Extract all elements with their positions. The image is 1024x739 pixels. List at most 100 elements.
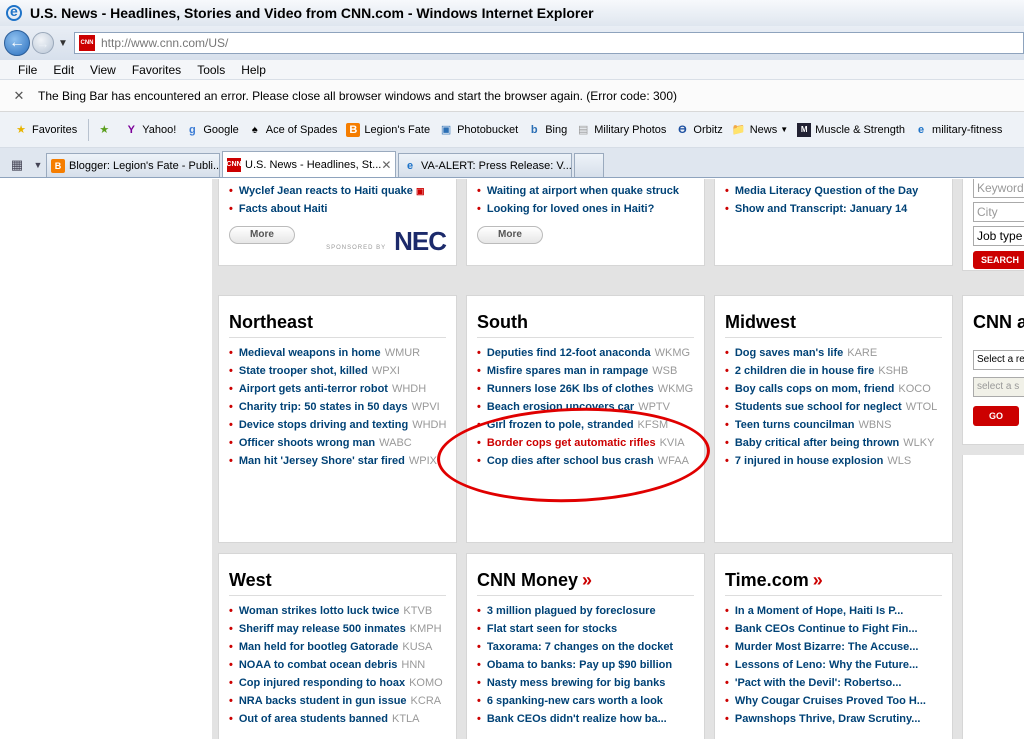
back-arrow-icon: ← <box>9 34 25 51</box>
story-link[interactable]: Cop dies after school bus crashWFAA <box>477 452 704 470</box>
back-button[interactable]: ← <box>4 30 30 56</box>
story-link[interactable]: Sheriff may release 500 inmatesKMPH <box>229 620 456 638</box>
story-link[interactable]: Man hit 'Jersey Shore' star firedWPIX <box>229 452 456 470</box>
section-title[interactable]: Time.com» <box>725 570 942 596</box>
story-link[interactable]: Media Literacy Question of the Day <box>725 182 952 200</box>
navigation-bar: ← → ▼ CNN http://www.cnn.com/US/ <box>0 26 1024 60</box>
tab-va-alert[interactable]: e VA-ALERT: Press Release: V... <box>398 153 572 177</box>
tab-list-button[interactable]: ▼ <box>30 153 46 177</box>
quick-tabs-button[interactable]: ▦ <box>4 153 30 177</box>
history-dropdown-button[interactable]: ▼ <box>56 38 70 49</box>
story-link[interactable]: Show and Transcript: January 14 <box>725 200 952 218</box>
tab-blogger[interactable]: B Blogger: Legion's Fate - Publi... <box>46 153 220 177</box>
fav-link-military-photos[interactable]: ▤ Military Photos <box>576 123 666 137</box>
story-link[interactable]: Taxorama: 7 changes on the docket <box>477 638 704 656</box>
address-bar[interactable]: CNN http://www.cnn.com/US/ <box>74 32 1024 54</box>
more-button[interactable]: More <box>477 226 543 244</box>
story-link[interactable]: Students sue school for neglectWTOL <box>725 398 952 416</box>
more-button[interactable]: More <box>229 226 295 244</box>
story-link[interactable]: Device stops driving and textingWHDH <box>229 416 456 434</box>
fav-link-legions-fate[interactable]: B Legion's Fate <box>346 122 430 137</box>
region-title[interactable]: West <box>229 570 446 596</box>
story-link[interactable]: Bank CEOs didn't realize how ba... <box>477 710 704 728</box>
section-title[interactable]: CNN Money» <box>477 570 694 596</box>
story-link[interactable]: Man held for bootleg GatoradeKUSA <box>229 638 456 656</box>
menu-file[interactable]: File <box>18 63 37 77</box>
fav-link-ace-of-spades[interactable]: ♠ Ace of Spades <box>248 123 337 137</box>
story-link[interactable]: NOAA to combat ocean debrisHNN <box>229 656 456 674</box>
menu-tools[interactable]: Tools <box>197 63 225 77</box>
fav-link-orbitz[interactable]: ϴ Orbitz <box>675 123 723 137</box>
menu-edit[interactable]: Edit <box>53 63 74 77</box>
story-link[interactable]: Charity trip: 50 states in 50 daysWPVI <box>229 398 456 416</box>
add-to-favorites-icon: ★ <box>99 124 110 136</box>
story-link[interactable]: Waiting at airport when quake struck <box>477 182 704 200</box>
story-link[interactable]: Deputies find 12-foot anacondaWKMG <box>477 344 704 362</box>
go-button[interactable]: GO <box>973 406 1019 426</box>
story-link[interactable]: Woman strikes lotto luck twiceKTVB <box>229 602 456 620</box>
region-title[interactable]: South <box>477 312 694 338</box>
job-type-select[interactable]: Job type <box>973 226 1024 246</box>
story-link[interactable]: In a Moment of Hope, Haiti Is P... <box>725 602 952 620</box>
story-link[interactable]: Baby critical after being thrownWLKY <box>725 434 952 452</box>
fav-folder-news[interactable]: 📁 News ▼ <box>732 123 788 137</box>
story-link[interactable]: 'Pact with the Devil': Robertso... <box>725 674 952 692</box>
story-link[interactable]: 6 spanking-new cars worth a look <box>477 692 704 710</box>
close-info-bar-icon[interactable]: ✕ <box>0 88 38 104</box>
forward-button[interactable]: → <box>32 32 54 54</box>
story-link[interactable]: Obama to banks: Pay up $90 billion <box>477 656 704 674</box>
story-link[interactable]: Bank CEOs Continue to Fight Fin... <box>725 620 952 638</box>
story-link[interactable]: Runners lose 26K lbs of clothesWKMG <box>477 380 704 398</box>
fav-link-military-fitness[interactable]: e military-fitness <box>914 123 1002 137</box>
story-link[interactable]: Out of area students bannedKTLA <box>229 710 456 728</box>
story-link[interactable]: Facts about Haiti <box>229 200 456 218</box>
story-link[interactable]: Why Cougar Cruises Proved Too H... <box>725 692 952 710</box>
nec-logo[interactable]: NEC <box>394 226 447 257</box>
story-link[interactable]: NRA backs student in gun issueKCRA <box>229 692 456 710</box>
story-link[interactable]: 7 injured in house explosionWLS <box>725 452 952 470</box>
job-search-button[interactable]: SEARCH <box>973 251 1024 269</box>
story-link[interactable]: Cop injured responding to hoaxKOMO <box>229 674 456 692</box>
favorites-button[interactable]: ★ Favorites <box>14 123 77 137</box>
story-link[interactable]: Beach erosion uncovers carWPTV <box>477 398 704 416</box>
menu-favorites[interactable]: Favorites <box>132 63 181 77</box>
job-keyword-input[interactable]: Keyword <box>973 179 1024 198</box>
story-link[interactable]: Teen turns councilmanWBNS <box>725 416 952 434</box>
add-favorite-button[interactable]: ★ <box>97 123 115 137</box>
story-link[interactable]: Lessons of Leno: Why the Future... <box>725 656 952 674</box>
menu-help[interactable]: Help <box>241 63 266 77</box>
story-link[interactable]: Officer shoots wrong manWABC <box>229 434 456 452</box>
story-link[interactable]: Flat start seen for stocks <box>477 620 704 638</box>
story-link[interactable]: Airport gets anti-terror robotWHDH <box>229 380 456 398</box>
close-tab-icon[interactable]: ✕ <box>381 158 391 172</box>
story-link[interactable]: Nasty mess brewing for big banks <box>477 674 704 692</box>
story-link[interactable]: State trooper shot, killedWPXI <box>229 362 456 380</box>
story-link[interactable]: Murder Most Bizarre: The Accuse... <box>725 638 952 656</box>
story-list: 3 million plagued by foreclosure Flat st… <box>477 602 704 728</box>
region-title[interactable]: Northeast <box>229 312 446 338</box>
chevron-down-icon: ▼ <box>33 160 43 170</box>
story-link[interactable]: Girl frozen to pole, strandedKFSM <box>477 416 704 434</box>
story-link[interactable]: Looking for loved ones in Haiti? <box>477 200 704 218</box>
story-link[interactable]: Dog saves man's lifeKARE <box>725 344 952 362</box>
story-link[interactable]: 2 children die in house fireKSHB <box>725 362 952 380</box>
story-link[interactable]: Medieval weapons in homeWMUR <box>229 344 456 362</box>
story-link[interactable]: 3 million plagued by foreclosure <box>477 602 704 620</box>
new-tab-button[interactable] <box>574 153 604 177</box>
fav-link-bing[interactable]: b Bing <box>527 123 567 137</box>
story-link[interactable]: Wyclef Jean reacts to Haiti quake ▣ <box>229 182 456 200</box>
fav-link-yahoo[interactable]: Y Yahoo! <box>124 123 177 137</box>
tab-cnn-us-news[interactable]: CNN U.S. News - Headlines, St... ✕ <box>222 151 396 177</box>
story-link[interactable]: Pawnshops Thrive, Draw Scrutiny... <box>725 710 952 728</box>
fav-link-muscle-strength[interactable]: M Muscle & Strength <box>797 122 905 137</box>
story-link-highlighted[interactable]: Border cops get automatic riflesKVIA <box>477 434 704 452</box>
select-region-dropdown[interactable]: Select a re <box>973 350 1024 370</box>
story-link[interactable]: Misfire spares man in rampageWSB <box>477 362 704 380</box>
fav-link-photobucket[interactable]: ▣ Photobucket <box>439 123 518 137</box>
job-city-input[interactable]: City <box>973 202 1024 222</box>
region-title[interactable]: Midwest <box>725 312 942 338</box>
fav-link-google[interactable]: g Google <box>185 123 239 137</box>
select-secondary-dropdown[interactable]: select a s <box>973 377 1024 397</box>
menu-view[interactable]: View <box>90 63 116 77</box>
story-link[interactable]: Boy calls cops on mom, friendKOCO <box>725 380 952 398</box>
